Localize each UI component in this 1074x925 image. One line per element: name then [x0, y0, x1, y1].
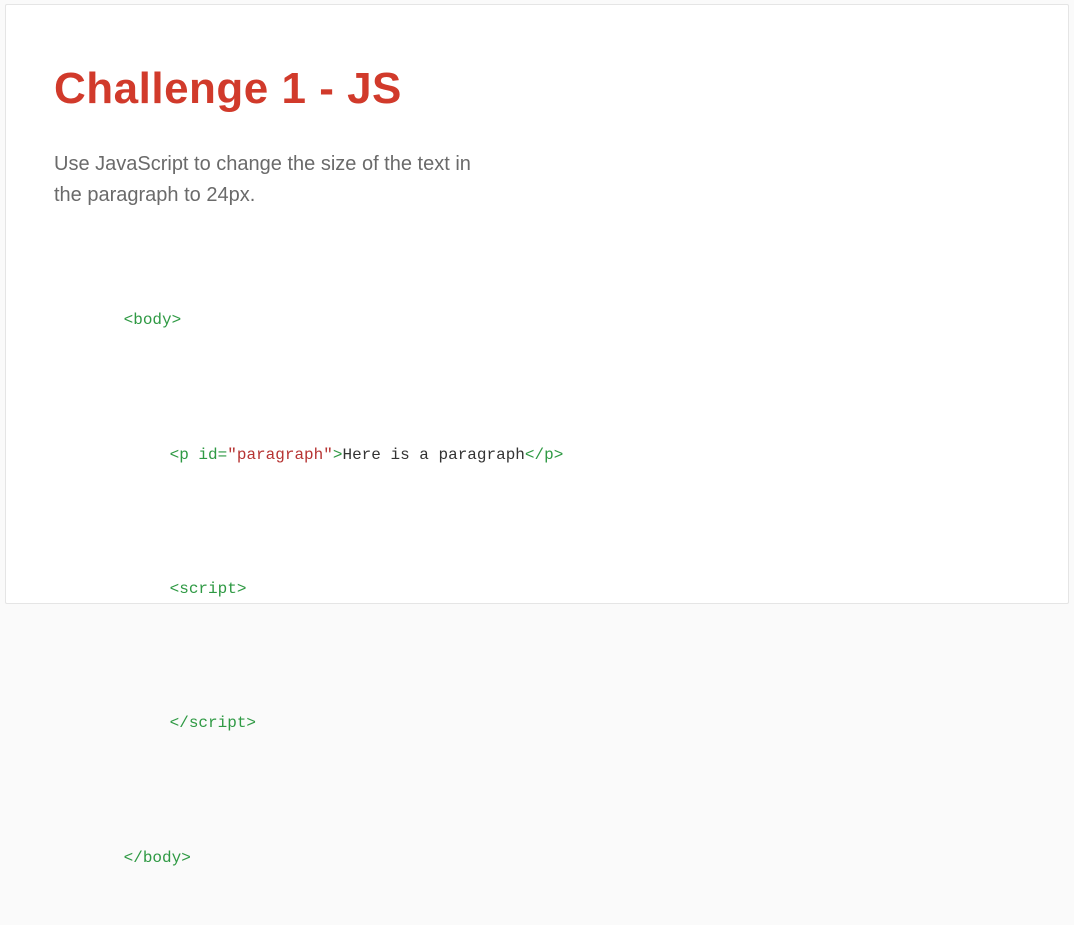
code-line: </body> [66, 791, 1020, 925]
code-line: <body> [66, 253, 1020, 387]
code-line: </script> [66, 657, 1020, 791]
code-token-attr-value: "paragraph" [227, 446, 333, 464]
code-token-tag: </body> [124, 849, 191, 867]
code-line: <p id="paragraph">Here is a paragraph</p… [66, 388, 1020, 522]
code-token-tag: </p> [525, 446, 563, 464]
slide-title: Challenge 1 - JS [54, 65, 1020, 113]
code-token-tag: </script> [170, 714, 256, 732]
code-token-attr-name: id= [198, 446, 227, 464]
slide-container: Challenge 1 - JS Use JavaScript to chang… [5, 4, 1069, 604]
code-token-tag: <p [170, 446, 199, 464]
code-token-text: Here is a paragraph [342, 446, 524, 464]
code-line: <script> [66, 522, 1020, 656]
slide-description: Use JavaScript to change the size of the… [54, 149, 494, 211]
code-block: <body> <p id="paragraph">Here is a parag… [54, 253, 1020, 925]
code-token-tag: <body> [124, 311, 182, 329]
code-token-tag: <script> [170, 580, 247, 598]
